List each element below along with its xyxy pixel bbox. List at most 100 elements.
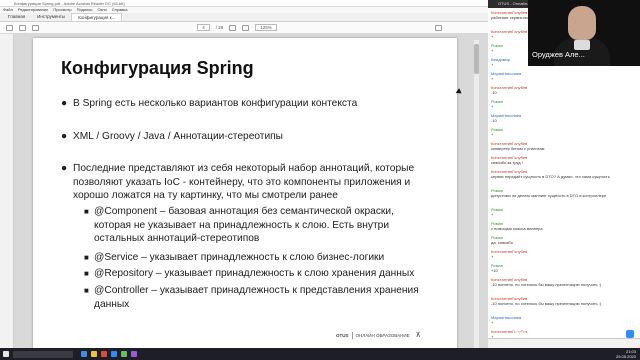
square-bullet-icon: ■	[84, 253, 89, 262]
page-number-input[interactable]: 4	[197, 24, 210, 31]
chat-message: МаринНиколаев +	[491, 71, 621, 81]
folder-icon[interactable]	[91, 351, 97, 357]
bullet-1: ● В Spring есть несколько вариантов конф…	[61, 97, 358, 111]
document-area: Конфигурация Spring ● В Spring есть неск…	[0, 34, 488, 360]
clock-date: 29.05.2020	[615, 354, 636, 359]
bullet-line: остальных аннотаций-стереотипов	[94, 233, 260, 244]
zoom-out-icon[interactable]	[229, 24, 237, 31]
chat-message: Роман +10	[491, 263, 621, 273]
chat-message: Роман да, спасибо	[491, 235, 621, 245]
otus-logo-icon: ⊼	[415, 332, 421, 339]
chat-message: КонстантинГолубев сервис передаёт сущност…	[491, 169, 621, 179]
taskbar-search[interactable]	[13, 350, 73, 358]
pdf-page: Конфигурация Spring ● В Spring есть неск…	[33, 38, 457, 353]
slide-footer: OTUS ОНЛАЙН ОБРАЗОВАНИЕ ⊼	[336, 331, 421, 339]
zoom-app-icon	[626, 330, 634, 338]
chat-text: +	[491, 212, 494, 217]
slide-title: Конфигурация Spring	[61, 58, 254, 78]
chat-message: КонстантинГолубев -10 понятно, но хотелос…	[491, 296, 621, 306]
bullet-line: которая не указывает на принадлежность к…	[94, 219, 390, 231]
chat-message: КонстантинГолубев +	[491, 249, 621, 259]
reader-toolbar: 4 / 26 125%	[0, 22, 488, 34]
square-bullet-icon: ■	[84, 269, 89, 278]
tab-home[interactable]: Главная	[2, 13, 31, 21]
chat-text: -10	[491, 118, 497, 123]
bullet-line: Последние представляют из себя некоторый…	[73, 163, 415, 174]
chat-text: +	[491, 132, 494, 137]
bullet-3: ● Последние представляют из себя некотор…	[61, 162, 415, 203]
sub-bullet-repository: ■ @Repository – указывает принадлежность…	[84, 267, 415, 281]
tab-tools[interactable]: Инструменты	[31, 13, 71, 21]
participant-face	[568, 6, 596, 40]
chat-text: -10	[491, 90, 497, 95]
bullet-text: В Spring есть несколько вариантов конфиг…	[73, 98, 358, 109]
print-icon[interactable]	[19, 24, 26, 31]
chat-message: Роман +	[491, 207, 621, 217]
zoom-taskbar-icon[interactable]	[111, 351, 117, 357]
video-tile[interactable]: Оруджев Але...	[528, 0, 640, 66]
left-panel-rail	[0, 34, 14, 360]
chat-text: спасибо за труд !	[491, 160, 523, 165]
participant-shirt	[574, 40, 590, 50]
zoom-watermark: zoom	[514, 310, 586, 340]
footer-divider	[351, 331, 353, 339]
footer-text: ОНЛАЙН ОБРАЗОВАНИЕ	[355, 332, 410, 338]
app-icon-2[interactable]	[131, 351, 137, 357]
chat-text: сервис передаёт сущность в DTO? А думал,…	[491, 174, 610, 179]
chat-text: допустимо ли делать маппинг сущность в D…	[491, 193, 607, 198]
windows-taskbar: 21:03 29.05.2020	[0, 348, 640, 360]
chat-text: да, спасибо	[491, 240, 513, 245]
bullet-line: позволяют указать IoC - контейнеру, что …	[73, 176, 411, 188]
sub-bullet-controller: ■ @Controller – указывает принадлежность…	[84, 284, 419, 311]
app-icon[interactable]	[121, 351, 127, 357]
scrollbar-thumb[interactable]	[474, 44, 479, 74]
system-clock[interactable]: 21:03 29.05.2020	[616, 349, 636, 359]
window-title: Конфигурация Spring.pdf - Adobe Acrobat …	[0, 0, 488, 7]
sub-bullet-service: ■ @Service – указывает принадлежность к …	[84, 251, 385, 265]
chat-message: Роман +	[491, 127, 621, 137]
share-icon[interactable]	[435, 24, 443, 31]
bullet-text: @Service – указывает принадлежность к сл…	[94, 252, 385, 263]
sub-bullet-component: ■ @Component – базовая аннотация без сем…	[84, 205, 394, 246]
start-icon[interactable]	[3, 351, 9, 357]
desktop-screen: Конфигурация Spring.pdf - Adobe Acrobat …	[0, 0, 640, 360]
save-icon[interactable]	[6, 24, 13, 31]
footer-brand: OTUS	[336, 332, 349, 338]
chat-message: КонстантинГолубев спасибо за труд !	[491, 155, 621, 165]
chat-text: -10 понятно, но хотелось бы вашу презент…	[491, 282, 602, 287]
bullet-line: хорошо ложатся на ту картинку, что мы см…	[73, 190, 338, 201]
bullet-dot-icon: ●	[61, 98, 68, 109]
chat-text: +	[491, 104, 494, 109]
page-total: / 26	[215, 25, 224, 30]
search-icon[interactable]	[32, 24, 39, 31]
bullet-line: @Controller – указывает принадлежность к…	[94, 285, 419, 296]
participant-name: Оруджев Але...	[532, 50, 585, 59]
zoom-level[interactable]: 125%	[255, 24, 277, 31]
vertical-scrollbar[interactable]	[474, 40, 479, 350]
bullet-line: @Component – базовая аннотация без семан…	[94, 206, 394, 217]
chat-text: конвертер бином с утилитам	[491, 146, 545, 151]
chat-message: Роман +	[491, 99, 621, 109]
reader-tabs: Главная Инструменты Конфигурация к...	[0, 13, 488, 22]
chat-text: с помощью класса маппера	[491, 226, 543, 231]
chat-message: МаринНиколаев -10	[491, 113, 621, 123]
bullet-text: @Repository – указывает принадлежность к…	[94, 268, 415, 279]
bullet-dot-icon: ●	[61, 131, 68, 142]
zoom-in-icon[interactable]	[242, 24, 250, 31]
chat-text: +	[491, 76, 494, 81]
bullet-dot-icon: ●	[61, 163, 68, 174]
square-bullet-icon: ■	[84, 207, 89, 216]
bullet-text: XML / Groovy / Java / Аннотации-стереоти…	[73, 131, 283, 142]
square-bullet-icon: ■	[84, 286, 89, 295]
chat-message: КонстантинГолубев -10 понятно, но хотелос…	[491, 277, 621, 287]
chat-message: Роман допустимо ли делать маппинг сущност…	[491, 188, 621, 198]
bullet-line: данных	[94, 298, 130, 310]
chat-message: КонстантинГолубев -10	[491, 85, 621, 95]
chat-text: -10 понятно, но хотелось бы вашу презент…	[491, 301, 602, 306]
pdf-reader-window: Конфигурация Spring.pdf - Adobe Acrobat …	[0, 0, 488, 360]
chat-text: +10	[491, 268, 498, 273]
bullet-2: ● XML / Groovy / Java / Аннотации-стерео…	[61, 130, 283, 144]
edge-icon[interactable]	[81, 351, 87, 357]
tab-document[interactable]: Конфигурация к...	[71, 13, 123, 21]
acrobat-icon[interactable]	[101, 351, 107, 357]
